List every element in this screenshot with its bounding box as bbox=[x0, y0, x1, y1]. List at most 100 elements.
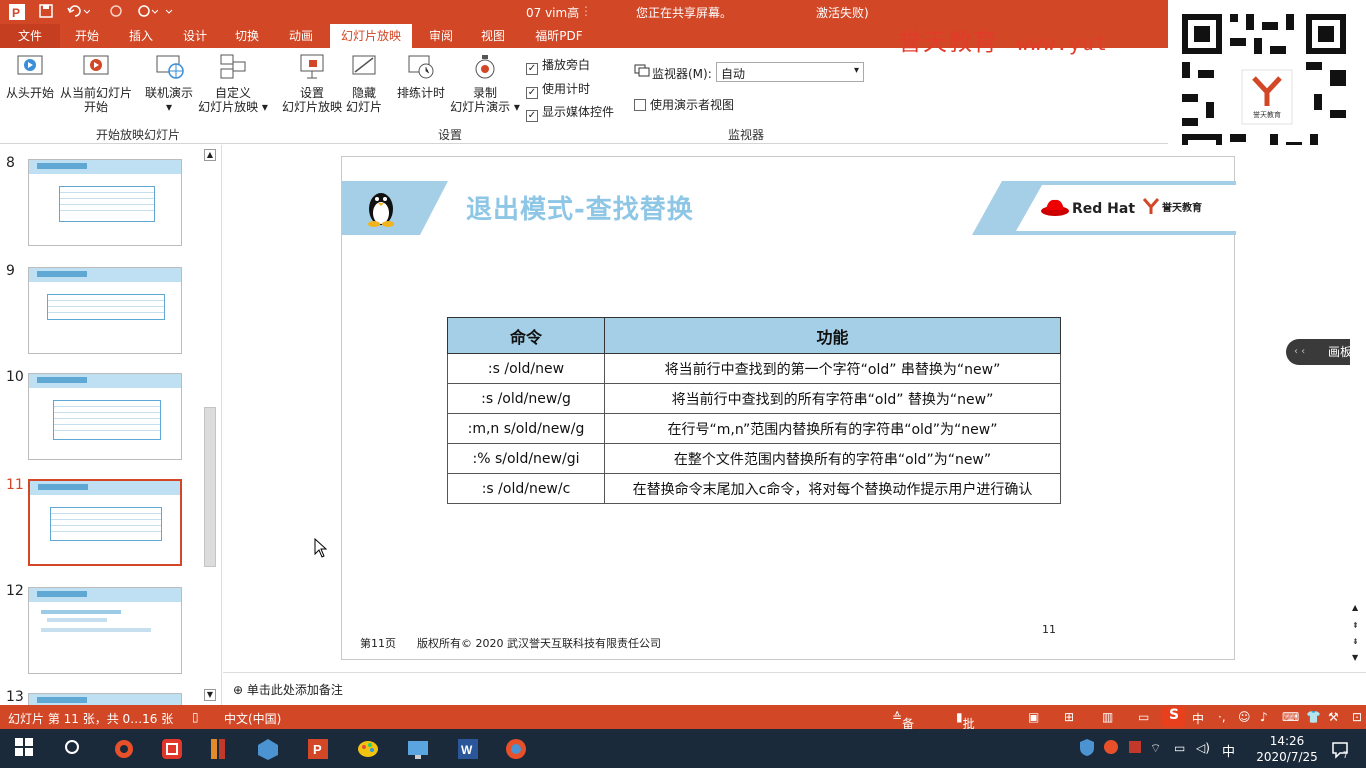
paint-app-icon[interactable] bbox=[356, 737, 380, 761]
show-media-controls-checkbox[interactable]: ✓ 显示媒体控件 bbox=[526, 103, 614, 122]
table-cell-command: :s /old/new/g bbox=[447, 383, 605, 414]
spellcheck-icon[interactable]: ▯ bbox=[192, 710, 199, 724]
from-current-button[interactable]: 从当前幻灯片 开始 bbox=[58, 52, 134, 114]
browser-app-icon[interactable] bbox=[504, 737, 528, 761]
rehearse-timings-button[interactable]: 排练计时 bbox=[394, 52, 448, 100]
windows-start-icon[interactable] bbox=[14, 737, 38, 761]
save-icon[interactable] bbox=[38, 3, 54, 23]
slide-scrollbar[interactable]: ▲ ⇞ ⇟ ▼ bbox=[1350, 145, 1366, 672]
ime-language-icon[interactable]: 中 bbox=[1222, 741, 1246, 765]
tab-transitions[interactable]: 切换 bbox=[224, 24, 270, 48]
slide-canvas[interactable]: 退出模式-查找替换 Red Hat 誉天教育 命令 功能 :s /old/new… bbox=[341, 156, 1236, 660]
play-narrations-checkbox[interactable]: ✓ 播放旁白 bbox=[526, 56, 590, 75]
slideshow-view-icon[interactable]: ▭ bbox=[1138, 710, 1149, 724]
next-slide-icon[interactable]: ⇟ bbox=[1352, 637, 1359, 646]
tab-design[interactable]: 设计 bbox=[172, 24, 218, 48]
scroll-up-icon[interactable]: ▲ bbox=[204, 149, 216, 161]
table-row: :s /old/new 将当前行中查找到的第一个字符“old” 串替换为“new” bbox=[447, 353, 1061, 384]
tab-file[interactable]: 文件 bbox=[0, 24, 60, 48]
tab-view[interactable]: 视图 bbox=[470, 24, 516, 48]
language-status[interactable]: 中文(中国) bbox=[224, 710, 281, 727]
powerpoint-taskbar-icon[interactable]: P bbox=[306, 737, 330, 761]
customize-toolbar-icon[interactable] bbox=[164, 3, 174, 23]
network-icon[interactable]: ▭ bbox=[1174, 741, 1198, 765]
hide-slide-button[interactable]: 隐藏 幻灯片 bbox=[344, 52, 384, 114]
monitor-select[interactable]: 自动 ▾ bbox=[716, 62, 864, 82]
zoom-icon[interactable]: ⊡ bbox=[1352, 710, 1362, 724]
thumbnails-scrollbar[interactable]: ▲ ▼ bbox=[202, 145, 218, 705]
books-app-icon[interactable] bbox=[206, 737, 230, 761]
presentation-icon[interactable] bbox=[136, 3, 159, 23]
wifi-icon[interactable]: ⌔ bbox=[1150, 741, 1174, 765]
tab-review[interactable]: 审阅 bbox=[418, 24, 464, 48]
tab-animations[interactable]: 动画 bbox=[278, 24, 324, 48]
tab-insert[interactable]: 插入 bbox=[118, 24, 164, 48]
tab-home[interactable]: 开始 bbox=[64, 24, 110, 48]
remote-desktop-icon[interactable] bbox=[406, 737, 430, 761]
thumbnail-number: 9 bbox=[6, 263, 15, 279]
setup-slideshow-button[interactable]: 设置 幻灯片放映 bbox=[280, 52, 344, 114]
comments-toggle[interactable]: ▮ 批注 bbox=[956, 710, 975, 748]
custom-slideshow-label-1: 自定义 bbox=[214, 86, 251, 100]
presenter-view-label: 使用演示者视图 bbox=[650, 98, 735, 112]
screen-share-app-icon[interactable] bbox=[160, 737, 184, 761]
slide-sorter-icon[interactable]: ⊞ bbox=[1064, 710, 1074, 724]
slide-thumbnail-13[interactable] bbox=[28, 693, 182, 705]
keyboard-icon[interactable]: ⌨ bbox=[1282, 710, 1299, 724]
use-timings-label: 使用计时 bbox=[542, 82, 591, 96]
slide-thumbnail-9[interactable] bbox=[28, 267, 182, 354]
shirt-icon[interactable]: 👕 bbox=[1306, 710, 1321, 724]
system-clock[interactable]: 14:26 2020/7/25 bbox=[1252, 733, 1322, 765]
microphone-icon[interactable]: ♪ bbox=[1260, 710, 1268, 724]
ime-punctuation-icon[interactable]: ·, bbox=[1218, 710, 1226, 724]
table-cell-function: 将当前行中查找到的所有字符串“old” 替换为“new” bbox=[604, 383, 1061, 414]
tab-slideshow[interactable]: 幻灯片放映 bbox=[330, 24, 412, 48]
redo-icon[interactable] bbox=[108, 3, 124, 23]
sogou-ime-icon[interactable]: S bbox=[1162, 707, 1186, 727]
scroll-up-icon[interactable]: ▲ bbox=[1352, 603, 1358, 612]
slide-thumbnail-8[interactable] bbox=[28, 159, 182, 246]
thumbnail-number: 10 bbox=[6, 369, 24, 385]
tools-icon[interactable]: ⚒ bbox=[1328, 710, 1339, 724]
tray-app-icon[interactable] bbox=[1126, 737, 1150, 761]
use-timings-checkbox[interactable]: ✓ 使用计时 bbox=[526, 80, 590, 99]
present-online-button[interactable]: 联机演示 ▾ bbox=[140, 52, 198, 114]
play-narrations-label: 播放旁白 bbox=[542, 58, 591, 72]
custom-slideshow-button[interactable]: 自定义 幻灯片放映 ▾ bbox=[196, 52, 270, 114]
slide-thumbnail-10[interactable] bbox=[28, 373, 182, 460]
tray-app-icon[interactable] bbox=[1102, 737, 1126, 761]
virtualbox-icon[interactable] bbox=[256, 737, 280, 761]
from-current-label-1: 从当前幻灯片 bbox=[59, 86, 132, 100]
scroll-down-icon[interactable]: ▼ bbox=[1352, 653, 1358, 662]
ime-chinese-icon[interactable]: 中 bbox=[1192, 710, 1204, 727]
redhat-label: Red Hat bbox=[1072, 201, 1136, 217]
from-beginning-button[interactable]: 从头开始 bbox=[4, 52, 56, 100]
word-app-icon[interactable]: W bbox=[456, 737, 480, 761]
scroll-down-icon[interactable]: ▼ bbox=[204, 689, 216, 701]
group-label-monitors: 监视器 bbox=[728, 128, 765, 142]
cortana-search-icon[interactable] bbox=[62, 737, 86, 761]
notes-pane[interactable]: ⊕ 单击此处添加备注 bbox=[223, 672, 1366, 704]
shield-icon[interactable] bbox=[1078, 737, 1102, 761]
app-swirl-icon[interactable] bbox=[112, 737, 136, 761]
previous-slide-icon[interactable]: ⇞ bbox=[1352, 621, 1359, 630]
slide-thumbnail-11-selected[interactable] bbox=[28, 479, 182, 566]
tab-foxit-pdf[interactable]: 福昕PDF bbox=[526, 24, 592, 48]
notes-toggle[interactable]: ≙ 备注 bbox=[892, 710, 914, 748]
notification-icon[interactable]: 7 bbox=[1330, 739, 1354, 763]
brand-watermark: 誉天教育 www.yut bbox=[898, 22, 1108, 57]
chevron-down-icon: ▾ bbox=[853, 65, 859, 76]
table-header-row: 命令 功能 bbox=[447, 317, 1061, 354]
title-bar: P 07 vim高 ⋮ 您正在共享屏幕。 激活失败) bbox=[0, 0, 1366, 24]
scrollbar-thumb[interactable] bbox=[204, 407, 216, 567]
presenter-view-checkbox[interactable]: 使用演示者视图 bbox=[634, 96, 734, 113]
slide-thumbnail-12[interactable] bbox=[28, 587, 182, 674]
reading-view-icon[interactable]: ▥ bbox=[1102, 710, 1113, 724]
undo-icon[interactable] bbox=[66, 3, 91, 23]
record-slideshow-button[interactable]: 录制 幻灯片演示 ▾ bbox=[448, 52, 522, 114]
clock-icon bbox=[406, 52, 436, 82]
monitor-select-value: 自动 bbox=[721, 67, 746, 81]
volume-icon[interactable]: ◁) bbox=[1196, 741, 1220, 765]
normal-view-icon[interactable]: ▣ bbox=[1028, 710, 1039, 724]
emoji-icon[interactable]: ☺ bbox=[1238, 710, 1251, 724]
